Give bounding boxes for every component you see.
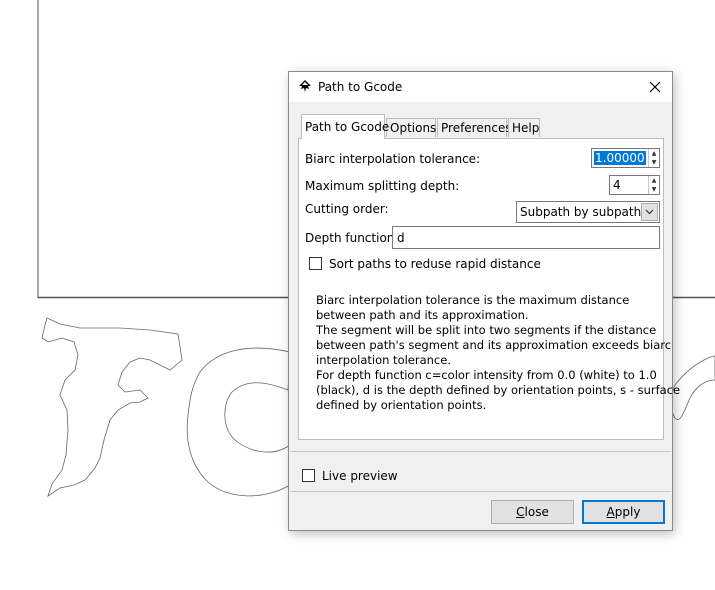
letter-f-outline — [41, 317, 183, 497]
dialog-title: Path to Gcode — [318, 80, 403, 94]
tab-help[interactable]: Help — [508, 118, 540, 137]
separator-top — [290, 451, 671, 452]
help-line: (black), d is the depth defined by orien… — [316, 383, 681, 397]
sort-paths-checkbox[interactable] — [309, 257, 322, 270]
live-preview-label[interactable]: Live preview — [322, 469, 398, 483]
spin-arrows-icon[interactable]: ▲ ▼ — [648, 176, 659, 194]
help-line: between path's segment and its approxima… — [316, 338, 672, 352]
help-line: interpolation tolerance. — [316, 353, 451, 367]
separator-bottom — [290, 491, 671, 492]
tab-preferences[interactable]: Preferences — [437, 118, 512, 137]
help-line: defined by orientation points. — [316, 398, 487, 412]
help-description: Biarc interpolation tolerance is the max… — [316, 293, 681, 413]
depth-function-input[interactable] — [393, 228, 652, 247]
sort-paths-label[interactable]: Sort paths to reduse rapid distance — [329, 257, 541, 271]
chevron-down-icon[interactable] — [641, 203, 658, 221]
letter-o-outline — [186, 347, 291, 497]
live-preview-checkbox[interactable] — [302, 469, 315, 482]
max-splitting-depth-label: Maximum splitting depth: — [305, 179, 460, 193]
help-line: between path and its approximation. — [316, 308, 529, 322]
close-icon[interactable] — [638, 72, 672, 102]
dialog-titlebar[interactable]: Path to Gcode — [289, 72, 672, 102]
help-line: The segment will be split into two segme… — [316, 323, 657, 337]
cutting-order-value: Subpath by subpath — [520, 205, 642, 219]
close-button[interactable]: Close — [491, 500, 574, 524]
inkscape-icon — [297, 79, 313, 95]
cutting-order-label: Cutting order: — [305, 202, 389, 216]
path-to-gcode-dialog: Path to Gcode Path to Gcode Options Pref… — [288, 71, 681, 531]
spin-arrows-icon[interactable]: ▲ ▼ — [648, 149, 659, 167]
help-line: Biarc interpolation tolerance is the max… — [316, 293, 630, 307]
max-splitting-depth-value[interactable]: 4 — [612, 178, 622, 192]
tab-options[interactable]: Options — [386, 118, 436, 137]
depth-function-label: Depth function: — [305, 231, 399, 245]
help-line: For depth function c=color intensity fro… — [316, 368, 657, 382]
tab-path-to-gcode[interactable]: Path to Gcode — [301, 114, 389, 139]
depth-function-field[interactable] — [392, 226, 660, 249]
cutting-order-select[interactable]: Subpath by subpath — [516, 201, 660, 223]
biarc-tolerance-value[interactable]: 1.00000 — [594, 151, 646, 165]
biarc-tolerance-label: Biarc interpolation tolerance: — [305, 152, 481, 166]
max-splitting-depth-spinbox[interactable]: 4 ▲ ▼ — [609, 175, 660, 195]
apply-button[interactable]: Apply — [582, 500, 665, 524]
biarc-tolerance-spinbox[interactable]: 1.00000 ▲ ▼ — [591, 148, 660, 168]
